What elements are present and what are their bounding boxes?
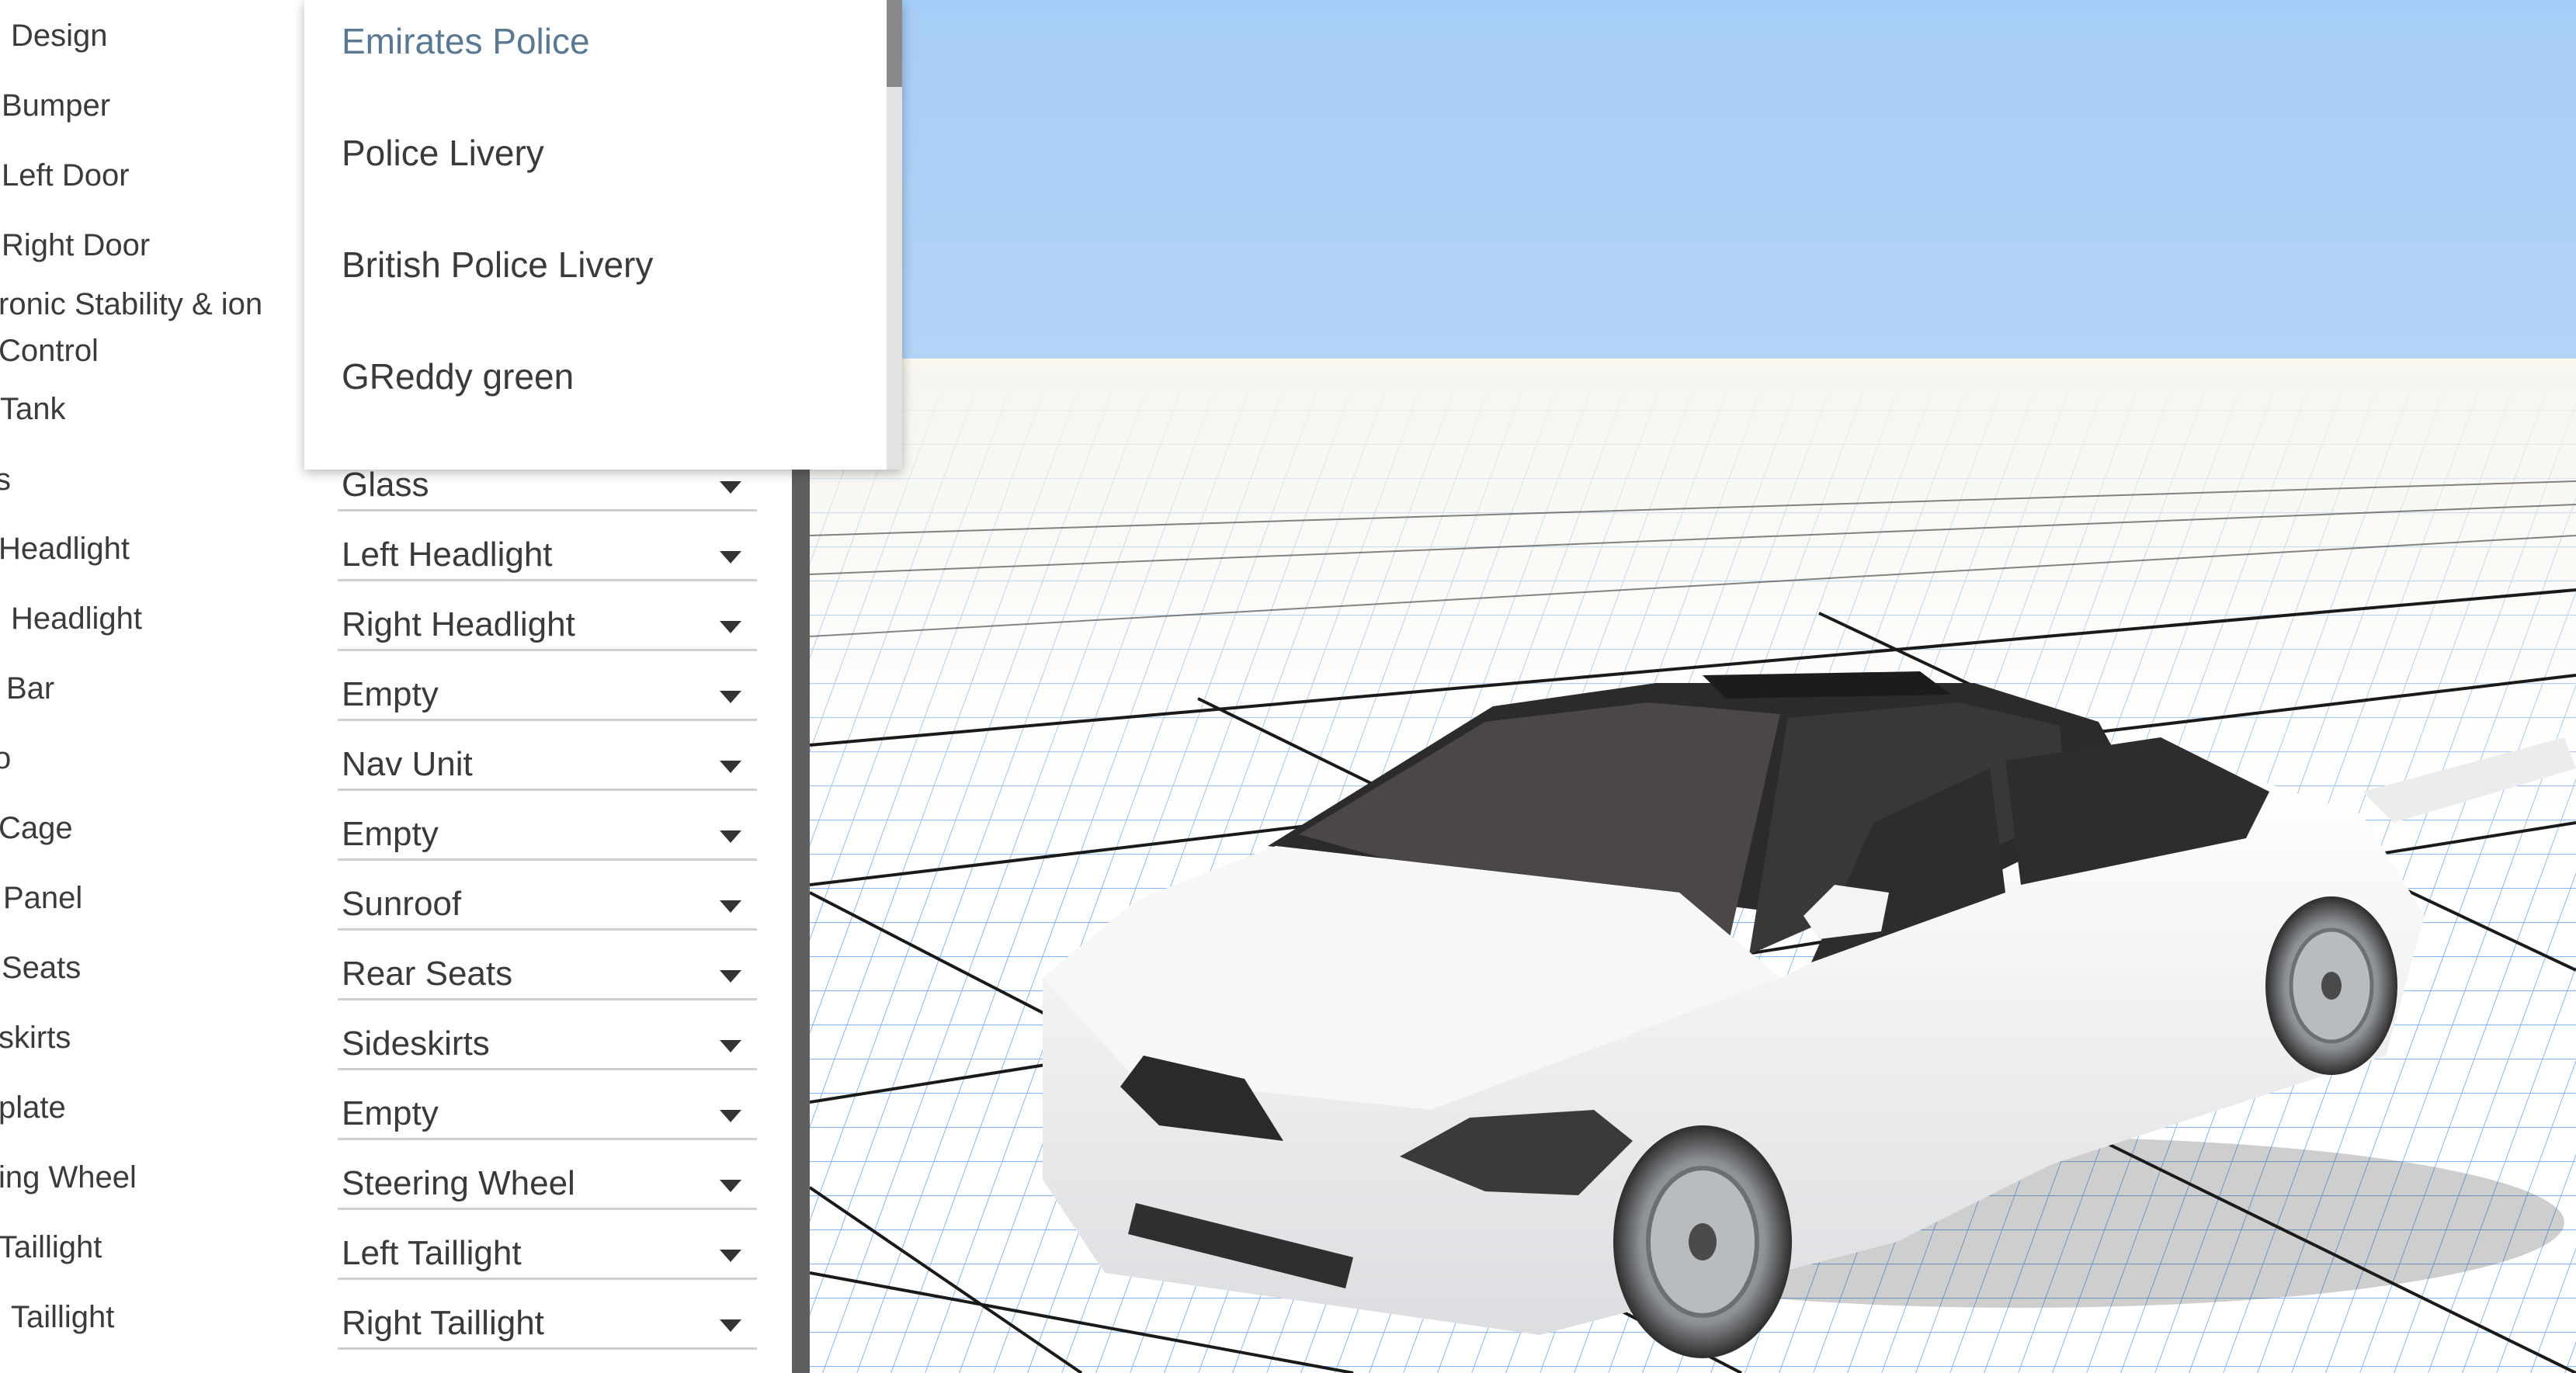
viewport-scene bbox=[810, 0, 2576, 1373]
row-label-bumper: Bumper bbox=[2, 88, 111, 123]
select-value: Steering Wheel bbox=[342, 1164, 575, 1202]
select-value: Right Headlight bbox=[342, 605, 575, 643]
select-value: Sunroof bbox=[342, 885, 462, 923]
dropdown-option-greddy-green[interactable]: GReddy green bbox=[342, 355, 574, 397]
row-label-panel: Panel bbox=[3, 881, 83, 915]
select-value: Left Headlight bbox=[342, 536, 553, 574]
dropdown-scrollbar-thumb[interactable] bbox=[887, 0, 902, 87]
select-left-taillight[interactable]: Left Taillight bbox=[338, 1230, 757, 1280]
paint-design-dropdown[interactable]: Emirates Police Police Livery British Po… bbox=[304, 0, 902, 470]
row-label-right-door: Right Door bbox=[2, 228, 151, 262]
chevron-down-icon bbox=[720, 551, 741, 563]
select-value: Left Taillight bbox=[342, 1234, 522, 1272]
row-label-steering-wheel: ing Wheel bbox=[0, 1160, 137, 1194]
chevron-down-icon bbox=[720, 481, 741, 494]
select-value: Empty bbox=[342, 675, 439, 713]
select-radio[interactable]: Nav Unit bbox=[338, 741, 757, 791]
select-value: Nav Unit bbox=[342, 745, 473, 783]
chevron-down-icon bbox=[720, 761, 741, 773]
select-value: Right Taillight bbox=[342, 1304, 544, 1342]
row-label-radio: o bbox=[0, 741, 12, 775]
chevron-down-icon bbox=[720, 621, 741, 633]
chevron-down-icon bbox=[720, 830, 741, 843]
dropdown-option-police-livery[interactable]: Police Livery bbox=[342, 132, 544, 174]
row-label-esc: ronic Stability & ion Control bbox=[0, 287, 263, 368]
row-label-design: Design bbox=[11, 19, 108, 53]
chevron-down-icon bbox=[720, 691, 741, 703]
select-value: Empty bbox=[342, 815, 439, 853]
select-right-headlight[interactable]: Right Headlight bbox=[338, 602, 757, 651]
dropdown-option-emirates-police[interactable]: Emirates Police bbox=[342, 20, 590, 62]
select-seats[interactable]: Rear Seats bbox=[338, 951, 757, 1000]
chevron-down-icon bbox=[720, 1110, 741, 1122]
row-label-cage: Cage bbox=[0, 811, 73, 845]
row-label-plate: plate bbox=[0, 1090, 66, 1125]
select-value: Sideskirts bbox=[342, 1025, 490, 1063]
row-label-bar: Bar bbox=[6, 671, 55, 706]
chevron-down-icon bbox=[720, 970, 741, 983]
row-label-right-headlight: Headlight bbox=[11, 602, 143, 636]
select-panel[interactable]: Sunroof bbox=[338, 881, 757, 931]
select-sideskirts[interactable]: Sideskirts bbox=[338, 1021, 757, 1070]
select-plate[interactable]: Empty bbox=[338, 1090, 757, 1140]
vehicle-3d-viewport[interactable] bbox=[810, 0, 2576, 1373]
dropdown-scrollbar[interactable] bbox=[887, 0, 902, 470]
dropdown-option-british-police-livery[interactable]: British Police Livery bbox=[342, 244, 653, 286]
select-bar[interactable]: Empty bbox=[338, 671, 757, 721]
row-label-tank: Tank bbox=[0, 392, 66, 426]
select-steering-wheel[interactable]: Steering Wheel bbox=[338, 1160, 757, 1210]
select-right-taillight[interactable]: Right Taillight bbox=[338, 1300, 757, 1350]
row-label-left-taillight: Taillight bbox=[0, 1230, 102, 1264]
row-label-seats: Seats bbox=[2, 951, 82, 985]
select-left-headlight[interactable]: Left Headlight bbox=[338, 532, 757, 581]
chevron-down-icon bbox=[720, 900, 741, 913]
select-cage[interactable]: Empty bbox=[338, 811, 757, 861]
row-label-left-door: Left Door bbox=[2, 158, 130, 192]
row-label-sideskirts: skirts bbox=[0, 1021, 71, 1055]
row-label-left-headlight: Headlight bbox=[0, 532, 130, 566]
chevron-down-icon bbox=[720, 1040, 741, 1052]
select-value: Glass bbox=[342, 466, 429, 504]
chevron-down-icon bbox=[720, 1319, 741, 1332]
chevron-down-icon bbox=[720, 1250, 741, 1262]
row-label-glass: s bbox=[0, 463, 11, 497]
chevron-down-icon bbox=[720, 1180, 741, 1192]
select-value: Empty bbox=[342, 1094, 439, 1132]
select-value: Rear Seats bbox=[342, 955, 513, 993]
row-label-right-taillight: Taillight bbox=[11, 1300, 115, 1334]
